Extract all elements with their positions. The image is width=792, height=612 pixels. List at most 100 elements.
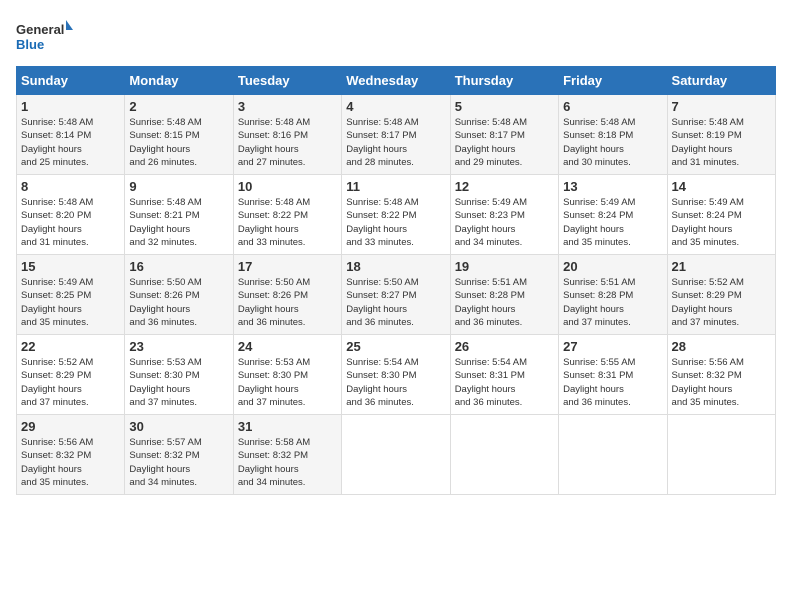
day-info: Sunrise: 5:52 AM Sunset: 8:29 PM Dayligh… [21,356,120,409]
calendar-week-2: 8 Sunrise: 5:48 AM Sunset: 8:20 PM Dayli… [17,175,776,255]
day-info: Sunrise: 5:56 AM Sunset: 8:32 PM Dayligh… [672,356,771,409]
day-number: 30 [129,419,228,434]
day-number: 7 [672,99,771,114]
calendar-cell-day-17: 17 Sunrise: 5:50 AM Sunset: 8:26 PM Dayl… [233,255,341,335]
day-number: 4 [346,99,445,114]
day-info: Sunrise: 5:52 AM Sunset: 8:29 PM Dayligh… [672,276,771,329]
day-number: 23 [129,339,228,354]
day-number: 31 [238,419,337,434]
calendar-table: Sunday Monday Tuesday Wednesday Thursday… [16,66,776,495]
calendar-cell-day-26: 26 Sunrise: 5:54 AM Sunset: 8:31 PM Dayl… [450,335,558,415]
calendar-cell-day-12: 12 Sunrise: 5:49 AM Sunset: 8:23 PM Dayl… [450,175,558,255]
day-number: 29 [21,419,120,434]
day-number: 28 [672,339,771,354]
calendar-cell-day-27: 27 Sunrise: 5:55 AM Sunset: 8:31 PM Dayl… [559,335,667,415]
calendar-cell-day-20: 20 Sunrise: 5:51 AM Sunset: 8:28 PM Dayl… [559,255,667,335]
calendar-cell-empty [342,415,450,495]
day-info: Sunrise: 5:57 AM Sunset: 8:32 PM Dayligh… [129,436,228,489]
calendar-cell-empty [559,415,667,495]
day-number: 8 [21,179,120,194]
day-number: 22 [21,339,120,354]
svg-text:General: General [16,22,64,37]
day-number: 5 [455,99,554,114]
day-info: Sunrise: 5:48 AM Sunset: 8:17 PM Dayligh… [455,116,554,169]
day-info: Sunrise: 5:48 AM Sunset: 8:15 PM Dayligh… [129,116,228,169]
calendar-cell-day-25: 25 Sunrise: 5:54 AM Sunset: 8:30 PM Dayl… [342,335,450,415]
day-number: 24 [238,339,337,354]
calendar-cell-day-11: 11 Sunrise: 5:48 AM Sunset: 8:22 PM Dayl… [342,175,450,255]
day-info: Sunrise: 5:48 AM Sunset: 8:21 PM Dayligh… [129,196,228,249]
calendar-week-5: 29 Sunrise: 5:56 AM Sunset: 8:32 PM Dayl… [17,415,776,495]
day-info: Sunrise: 5:51 AM Sunset: 8:28 PM Dayligh… [563,276,662,329]
calendar-cell-day-18: 18 Sunrise: 5:50 AM Sunset: 8:27 PM Dayl… [342,255,450,335]
calendar-cell-day-10: 10 Sunrise: 5:48 AM Sunset: 8:22 PM Dayl… [233,175,341,255]
col-saturday: Saturday [667,67,775,95]
calendar-cell-day-7: 7 Sunrise: 5:48 AM Sunset: 8:19 PM Dayli… [667,95,775,175]
calendar-cell-day-23: 23 Sunrise: 5:53 AM Sunset: 8:30 PM Dayl… [125,335,233,415]
day-info: Sunrise: 5:58 AM Sunset: 8:32 PM Dayligh… [238,436,337,489]
day-number: 2 [129,99,228,114]
day-number: 3 [238,99,337,114]
day-info: Sunrise: 5:48 AM Sunset: 8:19 PM Dayligh… [672,116,771,169]
day-number: 14 [672,179,771,194]
day-number: 15 [21,259,120,274]
day-number: 11 [346,179,445,194]
calendar-header-row: Sunday Monday Tuesday Wednesday Thursday… [17,67,776,95]
calendar-cell-day-30: 30 Sunrise: 5:57 AM Sunset: 8:32 PM Dayl… [125,415,233,495]
calendar-cell-day-22: 22 Sunrise: 5:52 AM Sunset: 8:29 PM Dayl… [17,335,125,415]
day-number: 13 [563,179,662,194]
calendar-cell-day-1: 1 Sunrise: 5:48 AM Sunset: 8:14 PM Dayli… [17,95,125,175]
calendar-cell-day-31: 31 Sunrise: 5:58 AM Sunset: 8:32 PM Dayl… [233,415,341,495]
day-info: Sunrise: 5:51 AM Sunset: 8:28 PM Dayligh… [455,276,554,329]
calendar-cell-day-6: 6 Sunrise: 5:48 AM Sunset: 8:18 PM Dayli… [559,95,667,175]
col-tuesday: Tuesday [233,67,341,95]
day-number: 6 [563,99,662,114]
day-info: Sunrise: 5:48 AM Sunset: 8:16 PM Dayligh… [238,116,337,169]
day-info: Sunrise: 5:50 AM Sunset: 8:26 PM Dayligh… [129,276,228,329]
day-number: 16 [129,259,228,274]
calendar-cell-day-2: 2 Sunrise: 5:48 AM Sunset: 8:15 PM Dayli… [125,95,233,175]
calendar-week-1: 1 Sunrise: 5:48 AM Sunset: 8:14 PM Dayli… [17,95,776,175]
calendar-cell-day-21: 21 Sunrise: 5:52 AM Sunset: 8:29 PM Dayl… [667,255,775,335]
day-number: 19 [455,259,554,274]
day-info: Sunrise: 5:48 AM Sunset: 8:17 PM Dayligh… [346,116,445,169]
day-info: Sunrise: 5:54 AM Sunset: 8:31 PM Dayligh… [455,356,554,409]
calendar-cell-day-19: 19 Sunrise: 5:51 AM Sunset: 8:28 PM Dayl… [450,255,558,335]
calendar-cell-day-8: 8 Sunrise: 5:48 AM Sunset: 8:20 PM Dayli… [17,175,125,255]
day-info: Sunrise: 5:49 AM Sunset: 8:23 PM Dayligh… [455,196,554,249]
day-info: Sunrise: 5:54 AM Sunset: 8:30 PM Dayligh… [346,356,445,409]
calendar-cell-day-28: 28 Sunrise: 5:56 AM Sunset: 8:32 PM Dayl… [667,335,775,415]
col-sunday: Sunday [17,67,125,95]
day-info: Sunrise: 5:48 AM Sunset: 8:22 PM Dayligh… [238,196,337,249]
day-number: 27 [563,339,662,354]
day-number: 25 [346,339,445,354]
calendar-cell-empty [667,415,775,495]
calendar-week-4: 22 Sunrise: 5:52 AM Sunset: 8:29 PM Dayl… [17,335,776,415]
day-number: 10 [238,179,337,194]
calendar-cell-day-13: 13 Sunrise: 5:49 AM Sunset: 8:24 PM Dayl… [559,175,667,255]
calendar-week-3: 15 Sunrise: 5:49 AM Sunset: 8:25 PM Dayl… [17,255,776,335]
day-info: Sunrise: 5:55 AM Sunset: 8:31 PM Dayligh… [563,356,662,409]
calendar-cell-day-24: 24 Sunrise: 5:53 AM Sunset: 8:30 PM Dayl… [233,335,341,415]
calendar-cell-day-4: 4 Sunrise: 5:48 AM Sunset: 8:17 PM Dayli… [342,95,450,175]
calendar-body: 1 Sunrise: 5:48 AM Sunset: 8:14 PM Dayli… [17,95,776,495]
day-info: Sunrise: 5:49 AM Sunset: 8:24 PM Dayligh… [672,196,771,249]
logo-svg: General Blue [16,16,76,56]
day-number: 17 [238,259,337,274]
day-number: 21 [672,259,771,274]
day-info: Sunrise: 5:50 AM Sunset: 8:27 PM Dayligh… [346,276,445,329]
logo: General Blue [16,16,76,56]
day-info: Sunrise: 5:50 AM Sunset: 8:26 PM Dayligh… [238,276,337,329]
calendar-cell-day-29: 29 Sunrise: 5:56 AM Sunset: 8:32 PM Dayl… [17,415,125,495]
calendar-cell-day-5: 5 Sunrise: 5:48 AM Sunset: 8:17 PM Dayli… [450,95,558,175]
day-number: 1 [21,99,120,114]
col-wednesday: Wednesday [342,67,450,95]
day-info: Sunrise: 5:56 AM Sunset: 8:32 PM Dayligh… [21,436,120,489]
day-info: Sunrise: 5:53 AM Sunset: 8:30 PM Dayligh… [238,356,337,409]
svg-text:Blue: Blue [16,37,44,52]
day-number: 26 [455,339,554,354]
day-info: Sunrise: 5:48 AM Sunset: 8:18 PM Dayligh… [563,116,662,169]
page-header: General Blue [16,16,776,56]
day-number: 12 [455,179,554,194]
calendar-cell-empty [450,415,558,495]
